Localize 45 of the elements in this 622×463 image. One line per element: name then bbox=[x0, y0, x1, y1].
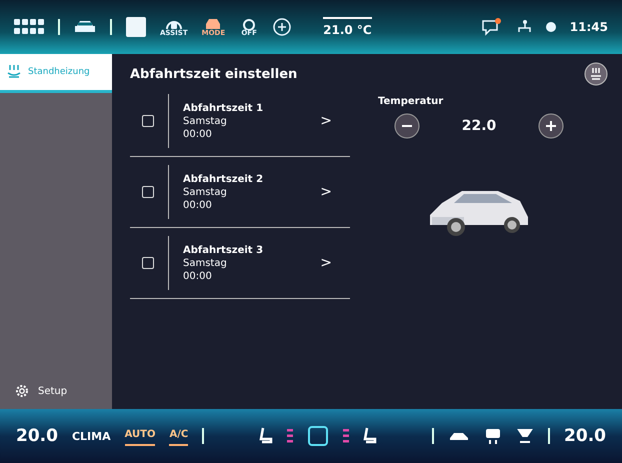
passenger-temperature[interactable]: 20.0 bbox=[564, 426, 606, 446]
clima-label[interactable]: CLIMA bbox=[72, 430, 111, 442]
heating-icon bbox=[6, 64, 22, 80]
message-icon[interactable] bbox=[482, 18, 502, 36]
temperature-label: Temperatur bbox=[378, 96, 444, 107]
departure-time: 00:00 bbox=[183, 128, 213, 140]
home-square-icon[interactable] bbox=[307, 425, 330, 447]
chevron: > bbox=[320, 184, 333, 200]
departure-row[interactable]: Abfahrtszeit 2 Samstag 00:00 > bbox=[130, 157, 350, 228]
climate-toggle[interactable]: AUTO bbox=[124, 426, 156, 446]
outside-temperature: 21.0 °C bbox=[323, 17, 372, 37]
plus-button[interactable] bbox=[538, 113, 564, 139]
seat-heat-icon[interactable] bbox=[287, 428, 294, 444]
home-tile-icon[interactable] bbox=[126, 17, 146, 37]
climate-toggle[interactable]: A/C bbox=[169, 426, 188, 446]
seat-icon[interactable] bbox=[259, 427, 274, 445]
departure-name: Abfahrtszeit 3 bbox=[183, 244, 264, 256]
minus-button[interactable] bbox=[394, 113, 420, 139]
departure-day: Samstag bbox=[183, 186, 306, 198]
departure-row[interactable]: Abfahrtszeit 1 Samstag 00:00 > bbox=[130, 86, 350, 157]
apps-grid-icon[interactable] bbox=[14, 19, 44, 35]
settings-icon bbox=[14, 383, 30, 399]
page-title: Abfahrtszeit einstellen bbox=[130, 66, 298, 82]
clock: 11:45 bbox=[570, 20, 608, 34]
checkbox[interactable] bbox=[142, 186, 154, 198]
network-icon bbox=[516, 19, 532, 35]
checkbox[interactable] bbox=[142, 257, 154, 269]
seat-icon[interactable] bbox=[363, 427, 378, 445]
departure-row[interactable]: Abfahrtszeit 3 Samstag 00:00 > bbox=[130, 228, 350, 299]
seat-heat-icon[interactable] bbox=[343, 428, 350, 444]
heating-icon[interactable] bbox=[584, 62, 608, 86]
departure-name: Abfahrtszeit 2 bbox=[183, 174, 264, 184]
driver-temperature[interactable]: 20.0 bbox=[16, 426, 58, 446]
checkbox[interactable] bbox=[142, 115, 154, 127]
departure-day: Samstag bbox=[183, 258, 306, 268]
departure-time: 00:00 bbox=[183, 200, 213, 210]
add-icon[interactable] bbox=[273, 18, 292, 36]
setup-button[interactable]: Setup bbox=[0, 373, 112, 409]
chevron: > bbox=[320, 113, 333, 129]
departure-day: Samstag bbox=[183, 116, 306, 126]
chevron: > bbox=[320, 255, 333, 271]
temperature-value: 22.0 bbox=[462, 118, 496, 134]
departure-time: 00:00 bbox=[183, 270, 213, 282]
status-dot-icon bbox=[546, 22, 556, 32]
departure-name: Abfahrtszeit 1 bbox=[183, 102, 264, 114]
